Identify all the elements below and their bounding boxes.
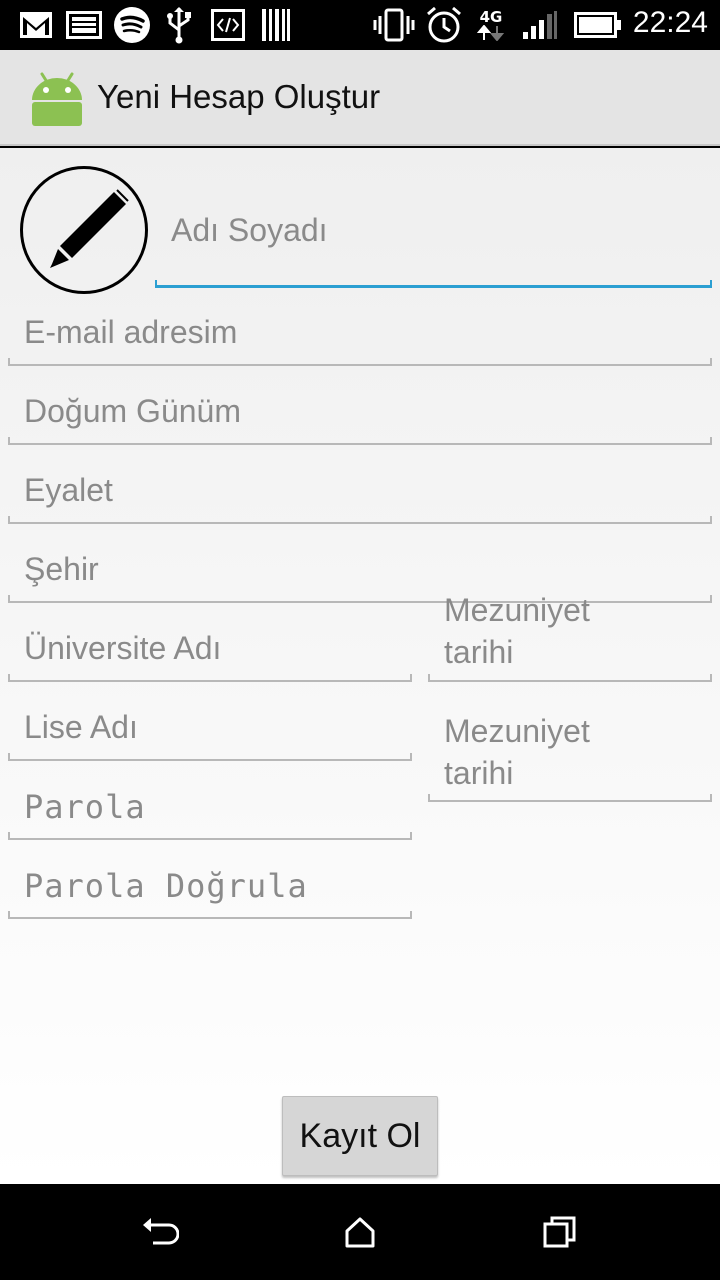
university-placeholder: Üniversite Adı — [24, 630, 222, 666]
battery-icon — [574, 7, 622, 43]
usb-icon — [164, 7, 194, 44]
back-icon[interactable] — [140, 1212, 180, 1252]
highschool-graduation-date-field[interactable]: Mezuniyet tarihi — [428, 710, 712, 802]
status-bar: 4G 22:24 — [0, 0, 720, 50]
android-icon — [28, 70, 86, 128]
signup-form: Adı Soyadı E-mail adresim Doğum Günüm Ey… — [0, 148, 720, 1184]
state-underline — [8, 516, 712, 524]
email-field[interactable]: E-mail adresim — [8, 298, 712, 366]
clock: 22:24 — [632, 6, 708, 39]
university-graduation-line1: Mezuniyet — [444, 592, 590, 628]
vibrate-icon — [372, 7, 416, 43]
name-placeholder: Adı Soyadı — [171, 212, 328, 248]
university-graduation-underline — [428, 674, 712, 682]
highschool-placeholder: Lise Adı — [24, 709, 138, 745]
birthday-field[interactable]: Doğum Günüm — [8, 377, 712, 445]
code-icon — [210, 7, 246, 43]
highschool-underline — [8, 753, 412, 761]
university-graduation-line2: tarihi — [444, 634, 514, 670]
highschool-graduation-placeholder: Mezuniyet tarihi — [444, 710, 590, 794]
network-label: 4G — [479, 8, 503, 26]
highschool-field[interactable]: Lise Adı — [8, 693, 412, 761]
register-button[interactable]: Kayıt Ol — [282, 1096, 438, 1176]
navigation-bar — [0, 1184, 720, 1280]
password-field[interactable]: Parola — [8, 772, 412, 840]
university-graduation-date-field[interactable]: Mezuniyet tarihi — [428, 589, 712, 682]
network-4g-icon: 4G — [474, 7, 508, 43]
password-underline — [8, 832, 412, 840]
barcode-icon — [260, 7, 292, 43]
state-placeholder: Eyalet — [24, 472, 113, 508]
image-icon — [66, 7, 102, 43]
university-graduation-placeholder: Mezuniyet tarihi — [444, 589, 590, 673]
name-field[interactable]: Adı Soyadı — [155, 192, 712, 288]
email-underline — [8, 358, 712, 366]
highschool-graduation-underline — [428, 794, 712, 802]
spotify-icon — [112, 7, 152, 43]
recents-icon[interactable] — [540, 1212, 580, 1252]
state-field[interactable]: Eyalet — [8, 456, 712, 524]
signal-icon — [522, 7, 558, 43]
university-underline — [8, 674, 412, 682]
action-bar: Yeni Hesap Oluştur — [0, 50, 720, 146]
password-placeholder: Parola — [24, 788, 146, 826]
city-placeholder: Şehir — [24, 551, 99, 587]
highschool-graduation-line1: Mezuniyet — [444, 713, 590, 749]
home-icon[interactable] — [340, 1212, 380, 1252]
name-underline — [155, 280, 712, 288]
email-placeholder: E-mail adresim — [24, 314, 238, 350]
birthday-underline — [8, 437, 712, 445]
gmail-icon — [18, 7, 54, 43]
alarm-icon — [424, 6, 464, 43]
password-confirm-placeholder: Parola Doğrula — [24, 867, 308, 905]
highschool-graduation-line2: tarihi — [444, 755, 514, 791]
pencil-icon — [50, 189, 129, 268]
page-title: Yeni Hesap Oluştur — [97, 78, 381, 115]
profile-photo-button[interactable] — [20, 166, 148, 294]
birthday-placeholder: Doğum Günüm — [24, 393, 241, 429]
password-confirm-field[interactable]: Parola Doğrula — [8, 851, 412, 919]
university-field[interactable]: Üniversite Adı — [8, 614, 412, 682]
password-confirm-underline — [8, 911, 412, 919]
